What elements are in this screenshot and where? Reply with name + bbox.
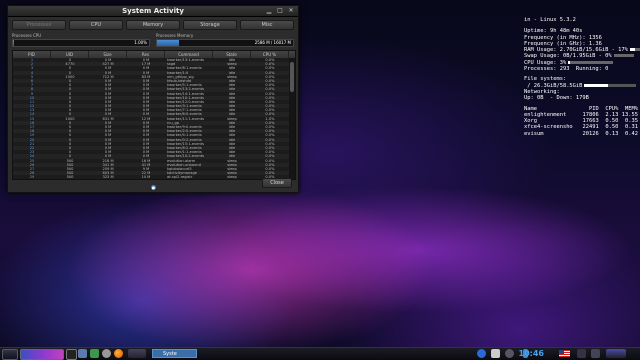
tab-processes[interactable]: Processes: [12, 20, 66, 30]
tray-icon-b[interactable]: [591, 349, 600, 359]
tab-storage[interactable]: Storage: [183, 20, 237, 30]
cell-size: 194 M: [89, 179, 127, 180]
cell-command: polkit-gnome-au: [165, 179, 213, 180]
tab-bar: Processes CPU Memory Storage Misc: [8, 17, 298, 32]
system-tray-icon[interactable]: [128, 349, 146, 359]
column-size[interactable]: Size: [89, 51, 127, 58]
network-traffic: Up: 0B - Down: 179B: [524, 95, 589, 102]
monitor-title: in - Linux 5.3.2: [524, 17, 576, 23]
close-icon[interactable]: ✕: [287, 7, 295, 15]
ram-usage-bar-fill: [629, 48, 635, 52]
volume-icon[interactable]: [505, 349, 514, 359]
column-uid[interactable]: UID: [51, 51, 89, 58]
table-header: PID UID Size Res Command State CPU %: [13, 51, 295, 58]
table-row[interactable]: 30500194 M14 Mpolkit-gnome-ausleep0.0%: [13, 179, 295, 180]
filesystem-root-text: / 26.3GiB/58.5GiB: [524, 82, 583, 89]
cpu-meter: 1.00%: [12, 39, 150, 47]
maximize-icon[interactable]: □: [276, 7, 284, 15]
cell-state: sleep: [213, 179, 251, 180]
cpu-usage-bar-fill: [568, 60, 570, 64]
ram-usage-bar: [629, 48, 640, 52]
column-pid[interactable]: PID: [13, 51, 51, 58]
memory-meter: 2586 M / 16017 M: [156, 39, 294, 47]
swap-usage-bar: [613, 54, 634, 58]
process-row: evisum 20126 0.13 0.42: [524, 131, 638, 137]
memory-meter-label: Processes Memory: [156, 33, 194, 38]
network-icon[interactable]: [491, 349, 500, 359]
terminal-icon[interactable]: [66, 349, 77, 360]
desktop-system-monitor: in - Linux 5.3.2 Uptime: 9h 48m 40s Freq…: [524, 17, 640, 137]
process-count: Processes: 293 Running: 0: [524, 66, 609, 73]
cell-uid: 500: [51, 179, 89, 180]
window-titlebar[interactable]: System Activity ▁ □ ✕: [8, 6, 298, 17]
tray-icon-a[interactable]: [577, 349, 586, 359]
column-state[interactable]: State: [213, 51, 251, 58]
apps-icon[interactable]: [90, 349, 99, 359]
top-processes-list: enlightenment 17806 2.13 13.55 Xorg 17663 0.50…: [524, 112, 638, 137]
column-res[interactable]: Res: [127, 51, 165, 58]
clock[interactable]: 10:46: [519, 349, 544, 359]
taskbar: Syste 10:46: [0, 347, 640, 360]
scrollbar-thumb[interactable]: [290, 62, 294, 92]
desktop-pager[interactable]: [20, 349, 64, 360]
close-button[interactable]: Close: [262, 178, 292, 188]
cell-pid: 30: [13, 179, 51, 180]
settings-icon[interactable]: [102, 349, 111, 359]
cpu-usage-bar: [568, 60, 614, 64]
table-body: 100 M0 Mkworker/13:1-events idle 0.0% 2 4770…: [13, 58, 295, 180]
task-label: Syste: [163, 351, 177, 357]
firefox-icon[interactable]: [114, 349, 123, 359]
window-title: System Activity: [122, 7, 184, 15]
tab-misc[interactable]: Misc: [240, 20, 294, 30]
cpu-meter-value: 1.00%: [134, 40, 147, 45]
usage-meters: Processes CPU 1.00% Processes Memory 258…: [12, 33, 294, 50]
minimize-icon[interactable]: ▁: [265, 7, 273, 15]
tab-memory[interactable]: Memory: [126, 20, 180, 30]
memory-meter-fill: [157, 40, 179, 46]
keyboard-layout-flag-icon[interactable]: [559, 350, 570, 357]
filesystem-root-bar: [584, 83, 637, 87]
column-command[interactable]: Command: [165, 51, 213, 58]
process-pid: 20126: [582, 130, 599, 137]
process-table[interactable]: PID UID Size Res Command State CPU % 100…: [12, 50, 296, 180]
memory-meter-value: 2586 M / 16017 M: [254, 40, 291, 45]
process-cpu: 0.13: [605, 130, 619, 137]
taskbar-task-system-activity[interactable]: Syste: [152, 349, 197, 358]
tab-cpu[interactable]: CPU: [69, 20, 123, 30]
filesystem-root-bar-fill: [584, 83, 608, 87]
column-cpu[interactable]: CPU %: [251, 51, 289, 58]
file-manager-icon[interactable]: [78, 349, 87, 359]
cell-res: 14 M: [127, 179, 165, 180]
ram-usage-text: RAM Usage: 2.70GiB/15.6GiB - 17%: [524, 47, 628, 54]
start-menu-icon[interactable]: [2, 349, 18, 360]
info-icon[interactable]: ●: [151, 185, 156, 190]
cpu-meter-label: Processes CPU: [12, 33, 42, 38]
system-activity-window[interactable]: System Activity ▁ □ ✕ Processes CPU Memo…: [7, 5, 299, 193]
process-mem: 0.42: [625, 130, 639, 137]
swap-usage-text: Swap Usage: 0B/1.95GiB - 0%: [524, 53, 612, 60]
cpu-meter-fill: [13, 40, 15, 46]
process-name: evisum: [524, 130, 544, 137]
desktop-switcher-icon[interactable]: [606, 349, 626, 359]
table-scrollbar[interactable]: [289, 58, 295, 179]
cpu-usage-text: CPU Usage: 3%: [524, 59, 567, 66]
top-processes: Name PID CPU% MEM% enlightenment 17806 2.1…: [524, 106, 638, 137]
bluetooth-icon[interactable]: [477, 349, 486, 359]
